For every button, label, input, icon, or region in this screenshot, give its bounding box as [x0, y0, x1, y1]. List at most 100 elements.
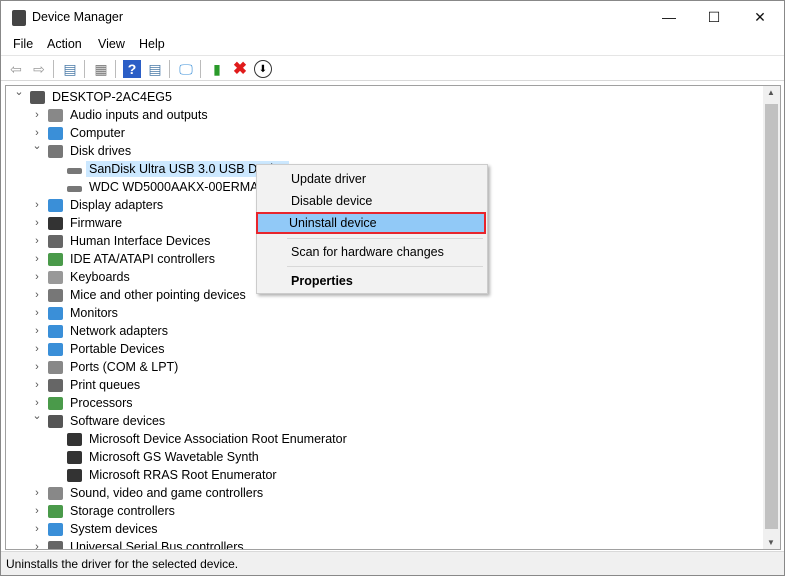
- tree-item[interactable]: Microsoft GS Wavetable Synth: [6, 448, 763, 466]
- menu-item-scan-hardware[interactable]: Scan for hardware changes: [258, 241, 486, 263]
- device-icon: [48, 396, 63, 410]
- expand-chevron-icon[interactable]: ›: [32, 505, 42, 517]
- window-title: Device Manager: [32, 10, 124, 24]
- properties-icon[interactable]: ▦: [92, 60, 110, 78]
- device-icon: [48, 198, 63, 212]
- tree-item[interactable]: › Network adapters: [6, 322, 763, 340]
- tree-item-label: System devices: [70, 522, 158, 536]
- expand-chevron-icon[interactable]: ›: [32, 325, 42, 337]
- expand-chevron-icon[interactable]: ›: [32, 379, 42, 391]
- device-icon: [67, 168, 82, 174]
- collapse-chevron-icon[interactable]: ⌄: [32, 139, 42, 152]
- scroll-up-icon[interactable]: ▲: [767, 88, 775, 97]
- tree-item-label: WDC WD5000AAKX-00ERMA0: [89, 180, 266, 194]
- device-icon: [48, 126, 63, 140]
- expand-chevron-icon[interactable]: ›: [32, 343, 42, 355]
- device-icon: [48, 144, 63, 158]
- collapse-chevron-icon[interactable]: ⌄: [14, 86, 24, 98]
- tree-item[interactable]: ⌄ Disk drives: [6, 139, 763, 160]
- tree-item[interactable]: › Universal Serial Bus controllers: [6, 538, 763, 549]
- tree-item-label: Storage controllers: [70, 504, 175, 518]
- back-icon[interactable]: ⇦: [7, 60, 25, 78]
- expand-chevron-icon[interactable]: ›: [32, 217, 42, 229]
- tree-item-label: DESKTOP-2AC4EG5: [52, 90, 172, 104]
- tree-item-label: Disk drives: [70, 144, 132, 158]
- tree-item[interactable]: Microsoft Device Association Root Enumer…: [6, 430, 763, 448]
- expand-chevron-icon[interactable]: ›: [32, 487, 42, 499]
- action-pane-icon[interactable]: ▤: [146, 60, 164, 78]
- device-icon: [48, 504, 63, 518]
- expand-chevron-icon[interactable]: ›: [32, 271, 42, 283]
- tree-item-label: Portable Devices: [70, 342, 165, 356]
- forward-icon[interactable]: ⇨: [30, 60, 48, 78]
- tree-item[interactable]: ⌄ Software devices: [6, 409, 763, 430]
- menu-action[interactable]: Action: [47, 37, 82, 51]
- device-icon: [48, 342, 63, 356]
- device-icon: [67, 468, 82, 482]
- tree-item-label: Software devices: [70, 414, 166, 428]
- toolbar: ⇦ ⇨ ▤ ▦ ? ▤ 🖵 ▮ ✖ ⬇: [1, 55, 784, 81]
- update-driver-icon[interactable]: ▮: [208, 60, 226, 78]
- tree-item[interactable]: › Ports (COM & LPT): [6, 358, 763, 376]
- show-hide-console-tree-icon[interactable]: ▤: [61, 60, 79, 78]
- tree-item-label: Network adapters: [70, 324, 168, 338]
- tree-item-label: Audio inputs and outputs: [70, 108, 208, 122]
- menu-item-update-driver[interactable]: Update driver: [258, 168, 486, 190]
- tree-item[interactable]: › Portable Devices: [6, 340, 763, 358]
- tree-item[interactable]: › Storage controllers: [6, 502, 763, 520]
- menu-view[interactable]: View: [98, 37, 125, 51]
- menu-file[interactable]: File: [13, 37, 33, 51]
- expand-chevron-icon[interactable]: ›: [32, 361, 42, 373]
- device-icon: [48, 378, 63, 392]
- title-bar: Device Manager — ☐ ✕: [1, 1, 784, 34]
- tree-item[interactable]: ⌄ DESKTOP-2AC4EG5: [6, 86, 763, 106]
- tree-item-label: Processors: [70, 396, 133, 410]
- device-icon: [48, 522, 63, 536]
- disable-icon[interactable]: ⬇: [254, 60, 272, 78]
- device-icon: [48, 288, 63, 302]
- vertical-scrollbar[interactable]: ▲ ▼: [763, 86, 780, 549]
- tree-item-label: Firmware: [70, 216, 123, 230]
- status-bar: Uninstalls the driver for the selected d…: [1, 551, 784, 575]
- expand-chevron-icon[interactable]: ›: [32, 289, 42, 301]
- menu-item-properties[interactable]: Properties: [258, 270, 486, 292]
- tree-item[interactable]: › Sound, video and game controllers: [6, 484, 763, 502]
- expand-chevron-icon[interactable]: ›: [32, 127, 42, 139]
- tree-item[interactable]: › Audio inputs and outputs: [6, 106, 763, 124]
- device-icon: [48, 306, 63, 320]
- collapse-chevron-icon[interactable]: ⌄: [32, 409, 42, 422]
- uninstall-icon[interactable]: ✖: [231, 59, 249, 78]
- device-tree[interactable]: ▲ ▼ ⌄ DESKTOP-2AC4EG5 › Audio inputs and ou…: [5, 85, 781, 550]
- tree-item[interactable]: › Computer: [6, 124, 763, 142]
- expand-chevron-icon[interactable]: ›: [32, 199, 42, 211]
- minimize-button[interactable]: —: [646, 1, 692, 33]
- expand-chevron-icon[interactable]: ›: [32, 397, 42, 409]
- help-icon[interactable]: ?: [123, 60, 141, 78]
- expand-chevron-icon[interactable]: ›: [32, 109, 42, 121]
- expand-chevron-icon[interactable]: ›: [32, 235, 42, 247]
- expand-chevron-icon[interactable]: ›: [32, 307, 42, 319]
- tree-item[interactable]: › Monitors: [6, 304, 763, 322]
- close-button[interactable]: ✕: [737, 1, 783, 33]
- tree-item[interactable]: › Processors: [6, 394, 763, 412]
- menu-item-uninstall-device[interactable]: Uninstall device: [256, 212, 486, 234]
- menu-bar: File Action View Help: [1, 34, 784, 54]
- tree-item-label: Display adapters: [70, 198, 164, 212]
- tree-item-label: IDE ATA/ATAPI controllers: [70, 252, 215, 266]
- scrollbar-thumb[interactable]: [765, 104, 778, 529]
- tree-item-label: Microsoft GS Wavetable Synth: [89, 450, 259, 464]
- menu-help[interactable]: Help: [139, 37, 165, 51]
- expand-chevron-icon[interactable]: ›: [32, 253, 42, 265]
- expand-chevron-icon[interactable]: ›: [32, 541, 42, 549]
- tree-item[interactable]: › System devices: [6, 520, 763, 538]
- device-icon: [48, 540, 63, 549]
- tree-item[interactable]: Microsoft RRAS Root Enumerator: [6, 466, 763, 484]
- device-icon: [67, 450, 82, 464]
- scan-hardware-icon[interactable]: 🖵: [177, 60, 195, 78]
- menu-item-disable-device[interactable]: Disable device: [258, 190, 486, 212]
- maximize-button[interactable]: ☐: [691, 1, 737, 33]
- device-icon: [48, 252, 63, 266]
- expand-chevron-icon[interactable]: ›: [32, 523, 42, 535]
- scroll-down-icon[interactable]: ▼: [767, 538, 775, 547]
- tree-item[interactable]: › Print queues: [6, 376, 763, 394]
